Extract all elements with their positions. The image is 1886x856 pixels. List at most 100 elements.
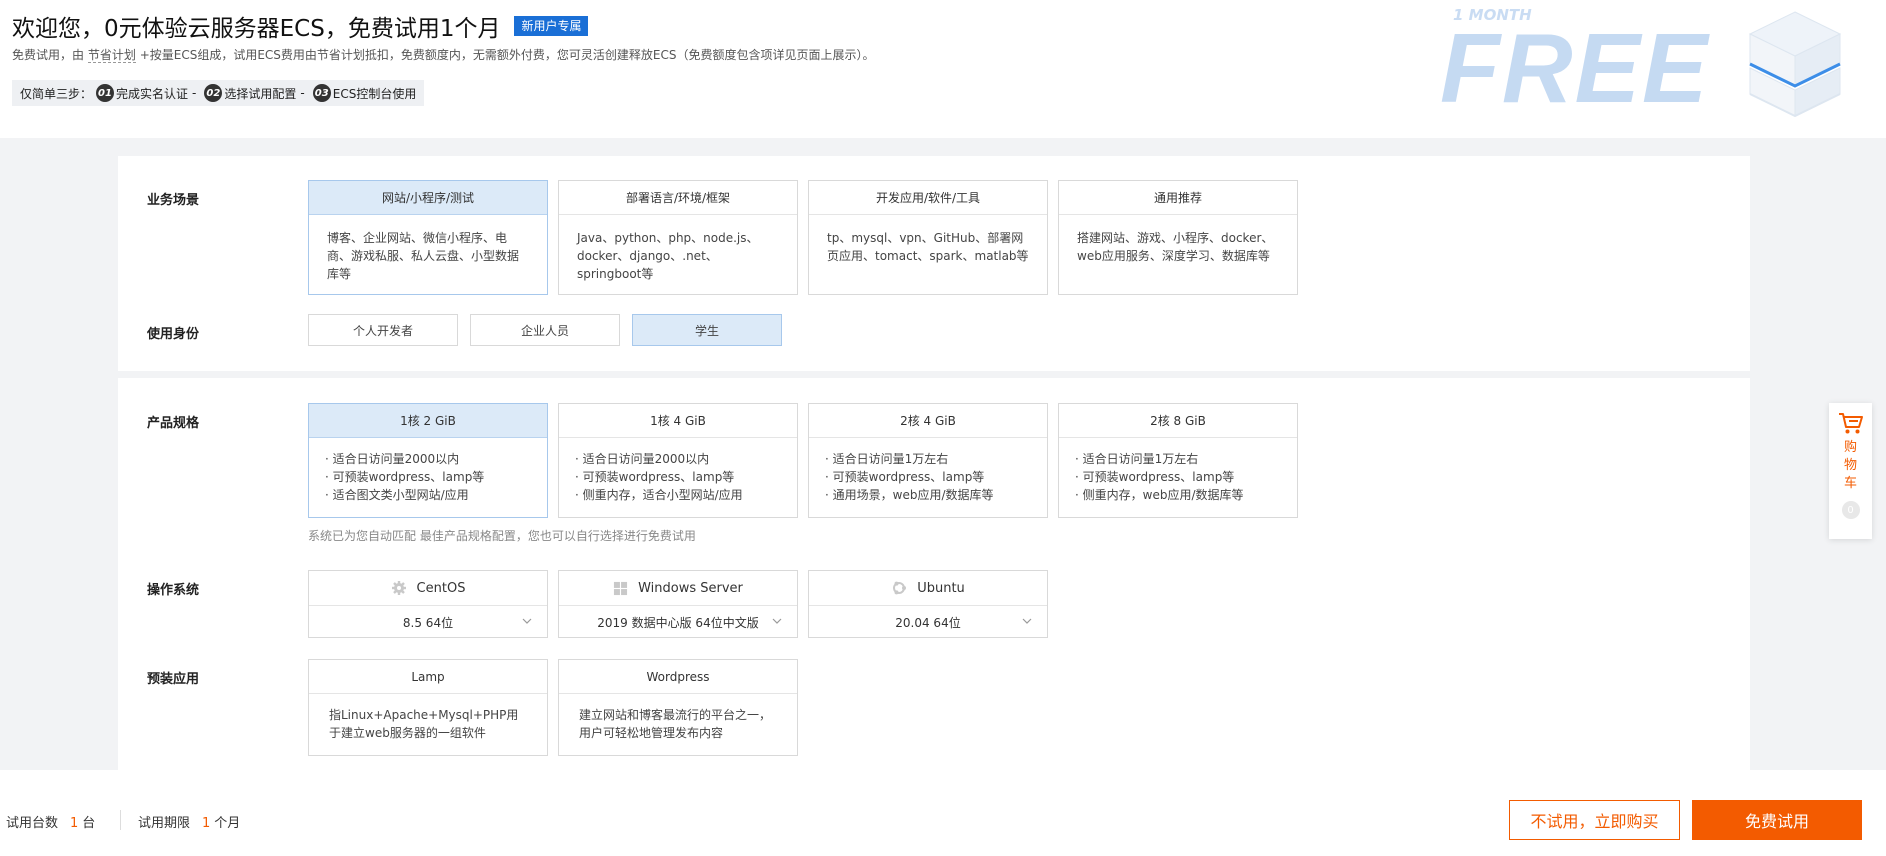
config-panel: 产品规格 1核 2 GiB · 适合日访问量2000以内 · 可预装wordpr…	[118, 378, 1750, 770]
os-version-value: 2019 数据中心版 64位中文版	[597, 615, 759, 630]
shopping-cart-widget[interactable]: 购物车 0	[1829, 403, 1872, 539]
spec-bullet: · 可预装wordpress、lamp等	[575, 470, 735, 484]
os-version-select[interactable]: 2019 数据中心版 64位中文版	[559, 606, 797, 638]
spec-option-2c8g[interactable]: 2核 8 GiB · 适合日访问量1万左右 · 可预装wordpress、lam…	[1058, 403, 1298, 518]
spec-option-bullets: · 适合日访问量2000以内 · 可预装wordpress、lamp等 · 适合…	[309, 438, 547, 516]
spec-option-bullets: · 适合日访问量1万左右 · 可预装wordpress、lamp等 · 侧重内存…	[1059, 438, 1297, 516]
scenario-option-deploy[interactable]: 部署语言/环境/框架 Java、python、php、node.js、docke…	[558, 180, 798, 295]
scenario-option-desc: Java、python、php、node.js、docker、django、.n…	[577, 231, 759, 281]
app-option-desc: 指Linux+Apache+Mysql+PHP用于建立web服务器的一组软件	[329, 708, 519, 740]
spec-label: 产品规格	[147, 416, 200, 431]
scenario-option-title: 部署语言/环境/框架	[559, 181, 797, 215]
spec-bullet: · 适合日访问量1万左右	[1075, 452, 1199, 466]
page-subtitle: 免费试用，由 节省计划 +按量ECS组成，试用ECS费用由节省计划抵扣，免费额度…	[12, 46, 874, 63]
scenario-option-dev[interactable]: 开发应用/软件/工具 tp、mysql、vpn、GitHub、部署网页应用、to…	[808, 180, 1048, 295]
chevron-down-icon	[1022, 618, 1032, 624]
scenario-option-title: 通用推荐	[1059, 181, 1297, 215]
step-separator: -	[192, 86, 197, 100]
server-illustration-icon	[1748, 11, 1842, 118]
footer-divider	[120, 810, 121, 830]
os-option-header[interactable]: Ubuntu	[809, 571, 1047, 606]
spec-option-1c2g[interactable]: 1核 2 GiB · 适合日访问量2000以内 · 可预装wordpress、l…	[308, 403, 548, 518]
buy-now-button[interactable]: 不试用，立即购买	[1509, 800, 1680, 840]
footer-bar: 试用台数 1 台 试用期限 1 个月 不试用，立即购买 免费试用	[0, 770, 1886, 856]
spec-option-title: 2核 8 GiB	[1059, 404, 1297, 438]
identity-option-enterprise[interactable]: 企业人员	[470, 314, 620, 346]
trial-period-unit: 个月	[214, 816, 241, 831]
os-option-ubuntu[interactable]: Ubuntu 20.04 64位	[808, 570, 1048, 638]
chevron-down-icon	[522, 618, 532, 624]
os-option-windows[interactable]: Windows Server 2019 数据中心版 64位中文版	[558, 570, 798, 638]
step-number: 03	[312, 84, 331, 102]
spec-bullet: · 适合日访问量1万左右	[825, 452, 949, 466]
os-label: 操作系统	[147, 583, 200, 598]
app-option-wordpress[interactable]: Wordpress 建立网站和博客最流行的平台之一，用户可轻松地管理发布内容	[558, 659, 798, 756]
chevron-down-icon	[772, 618, 782, 624]
scenario-option-website[interactable]: 网站/小程序/测试 博客、企业网站、微信小程序、电商、游戏私服、私人云盘、小型数…	[308, 180, 548, 295]
subtitle-prefix: 免费试用，由	[12, 48, 85, 62]
centos-icon	[391, 581, 406, 595]
scenario-panel: 业务场景 网站/小程序/测试 博客、企业网站、微信小程序、电商、游戏私服、私人云…	[118, 156, 1750, 371]
scenario-option-desc: tp、mysql、vpn、GitHub、部署网页应用、tomact、spark、…	[827, 231, 1029, 263]
cart-label: 购物车	[1843, 440, 1857, 491]
steps-label: 仅简单三步：	[20, 86, 93, 101]
spec-bullet: · 可预装wordpress、lamp等	[1075, 470, 1235, 484]
scenario-option-title: 网站/小程序/测试	[309, 181, 547, 215]
spec-option-1c4g[interactable]: 1核 4 GiB · 适合日访问量2000以内 · 可预装wordpress、l…	[558, 403, 798, 518]
os-option-centos[interactable]: CentOS 8.5 64位	[308, 570, 548, 638]
identity-label: 使用身份	[147, 327, 200, 342]
promo-free-text: FREE	[1440, 13, 1710, 123]
os-version-value: 20.04 64位	[895, 615, 961, 630]
scenario-option-title: 开发应用/软件/工具	[809, 181, 1047, 215]
subtitle-rest: +按量ECS组成，试用ECS费用由节省计划抵扣，免费额度内，无需额外付费，您可灵…	[139, 48, 875, 62]
identity-option-student[interactable]: 学生	[632, 314, 782, 346]
step-label: ECS控制台使用	[332, 86, 417, 101]
step-separator: -	[300, 86, 305, 100]
title-row: 欢迎您，0元体验云服务器ECS，免费试用1个月 新用户专属	[12, 9, 589, 43]
trial-count-label: 试用台数	[6, 816, 59, 831]
app-option-desc: 建立网站和博客最流行的平台之一，用户可轻松地管理发布内容	[579, 708, 772, 740]
spec-option-title: 1核 2 GiB	[309, 404, 547, 438]
ubuntu-icon	[893, 581, 907, 595]
spec-option-title: 2核 4 GiB	[809, 404, 1047, 438]
os-name: Windows Server	[638, 580, 743, 596]
savings-plan-link[interactable]: 节省计划	[87, 48, 136, 63]
trial-period-value: 1	[202, 816, 211, 831]
step-number: 02	[204, 84, 223, 102]
free-trial-button[interactable]: 免费试用	[1692, 800, 1862, 840]
spec-bullet: · 适合日访问量2000以内	[575, 452, 710, 466]
spec-bullet: · 适合图文类小型网站/应用	[325, 488, 469, 502]
identity-option-developer[interactable]: 个人开发者	[308, 314, 458, 346]
os-version-value: 8.5 64位	[402, 615, 454, 630]
os-version-select[interactable]: 8.5 64位	[309, 606, 547, 638]
page-header: 欢迎您，0元体验云服务器ECS，免费试用1个月 新用户专属 免费试用，由 节省计…	[0, 0, 1886, 138]
spec-option-2c4g[interactable]: 2核 4 GiB · 适合日访问量1万左右 · 可预装wordpress、lam…	[808, 403, 1048, 518]
spec-bullet: · 可预装wordpress、lamp等	[825, 470, 985, 484]
windows-icon	[614, 581, 628, 595]
cart-icon	[1838, 413, 1863, 434]
spec-bullet: · 通用场景，web应用/数据库等	[825, 488, 994, 502]
os-option-header[interactable]: Windows Server	[559, 571, 797, 606]
app-option-title: Lamp	[309, 660, 547, 694]
apps-label: 预装应用	[147, 672, 200, 687]
os-name: CentOS	[416, 580, 466, 596]
os-name: Ubuntu	[917, 580, 965, 596]
step-number: 01	[96, 84, 115, 102]
os-version-select[interactable]: 20.04 64位	[809, 606, 1047, 638]
trial-period: 试用期限 1 个月	[138, 812, 240, 831]
app-option-lamp[interactable]: Lamp 指Linux+Apache+Mysql+PHP用于建立web服务器的一…	[308, 659, 548, 756]
page-title: 欢迎您，0元体验云服务器ECS，免费试用1个月	[12, 16, 501, 42]
spec-hint: 系统已为您自动匹配 最佳产品规格配置，您也可以自行选择进行免费试用	[308, 529, 696, 543]
step-label: 选择试用配置	[224, 86, 297, 101]
spec-bullet: · 可预装wordpress、lamp等	[325, 470, 485, 484]
trial-count-value: 1	[70, 816, 79, 831]
cart-count-badge: 0	[1841, 501, 1860, 519]
spec-bullet: · 侧重内存，适合小型网站/应用	[575, 488, 743, 502]
spec-option-title: 1核 4 GiB	[559, 404, 797, 438]
app-option-title: Wordpress	[559, 660, 797, 694]
trial-period-label: 试用期限	[138, 816, 191, 831]
scenario-option-general[interactable]: 通用推荐 搭建网站、游戏、小程序、docker、web应用服务、深度学习、数据库…	[1058, 180, 1298, 295]
spec-option-bullets: · 适合日访问量1万左右 · 可预装wordpress、lamp等 · 通用场景…	[809, 438, 1047, 516]
spec-bullet: · 侧重内存，web应用/数据库等	[1075, 488, 1244, 502]
os-option-header[interactable]: CentOS	[309, 571, 547, 606]
